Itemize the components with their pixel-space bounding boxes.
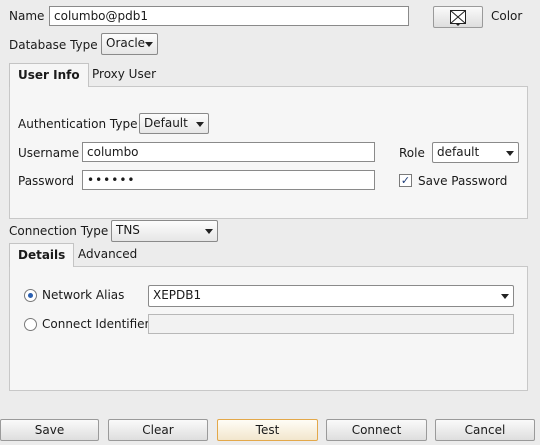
cancel-button-label: Cancel	[464, 423, 506, 437]
chevron-down-icon	[196, 121, 204, 127]
save-password-checkbox[interactable]: ✓	[399, 174, 412, 187]
name-input[interactable]: columbo@pdb1	[49, 6, 409, 26]
name-label: Name	[9, 9, 45, 23]
chevron-down-icon	[455, 23, 461, 26]
connection-type-value: TNS	[116, 223, 140, 237]
save-password-label: Save Password	[418, 174, 508, 188]
connection-type-label: Connection Type	[9, 224, 109, 238]
role-select[interactable]: default	[432, 142, 519, 163]
database-type-label: Database Type	[9, 38, 98, 52]
tab-details[interactable]: Details	[9, 243, 75, 267]
color-swatch-icon	[450, 10, 466, 24]
network-alias-label: Network Alias	[42, 288, 125, 302]
authentication-type-label: Authentication Type	[18, 117, 138, 131]
tab-proxy-user[interactable]: Proxy User	[84, 63, 164, 87]
authentication-type-select[interactable]: Default	[139, 113, 209, 134]
clear-button[interactable]: Clear	[108, 419, 208, 441]
color-label: Color	[491, 9, 523, 23]
cancel-button[interactable]: Cancel	[435, 419, 535, 441]
role-value: default	[437, 145, 480, 159]
test-button[interactable]: Test	[217, 419, 318, 441]
authentication-type-value: Default	[144, 116, 188, 130]
save-button-label: Save	[34, 423, 65, 437]
network-alias-value: XEPDB1	[153, 288, 202, 302]
network-alias-select[interactable]: XEPDB1	[148, 285, 514, 307]
username-label: Username	[18, 146, 80, 160]
connect-button-label: Connect	[351, 423, 402, 437]
password-label: Password	[18, 174, 75, 188]
database-type-value: Oracle	[106, 36, 146, 50]
connect-button[interactable]: Connect	[326, 419, 427, 441]
chevron-down-icon	[145, 42, 153, 47]
connect-identifier-input[interactable]	[148, 314, 514, 334]
tab-advanced[interactable]: Advanced	[70, 243, 145, 267]
username-input[interactable]: columbo	[82, 142, 375, 162]
test-button-label: Test	[255, 423, 280, 437]
database-type-select[interactable]: Oracle	[101, 33, 158, 55]
chevron-down-icon	[205, 229, 213, 234]
color-picker-button[interactable]	[433, 6, 483, 28]
connect-identifier-radio[interactable]	[24, 318, 37, 331]
chevron-down-icon	[506, 150, 514, 156]
connect-identifier-label: Connect Identifier	[42, 317, 150, 331]
tab-user-info[interactable]: User Info	[9, 63, 89, 87]
password-input[interactable]: ••••••	[82, 170, 375, 190]
save-button[interactable]: Save	[0, 419, 99, 441]
role-label: Role	[399, 146, 425, 160]
chevron-down-icon	[501, 294, 509, 299]
connection-type-select[interactable]: TNS	[111, 220, 218, 242]
network-alias-radio[interactable]	[24, 289, 37, 302]
clear-button-label: Clear	[142, 423, 174, 437]
